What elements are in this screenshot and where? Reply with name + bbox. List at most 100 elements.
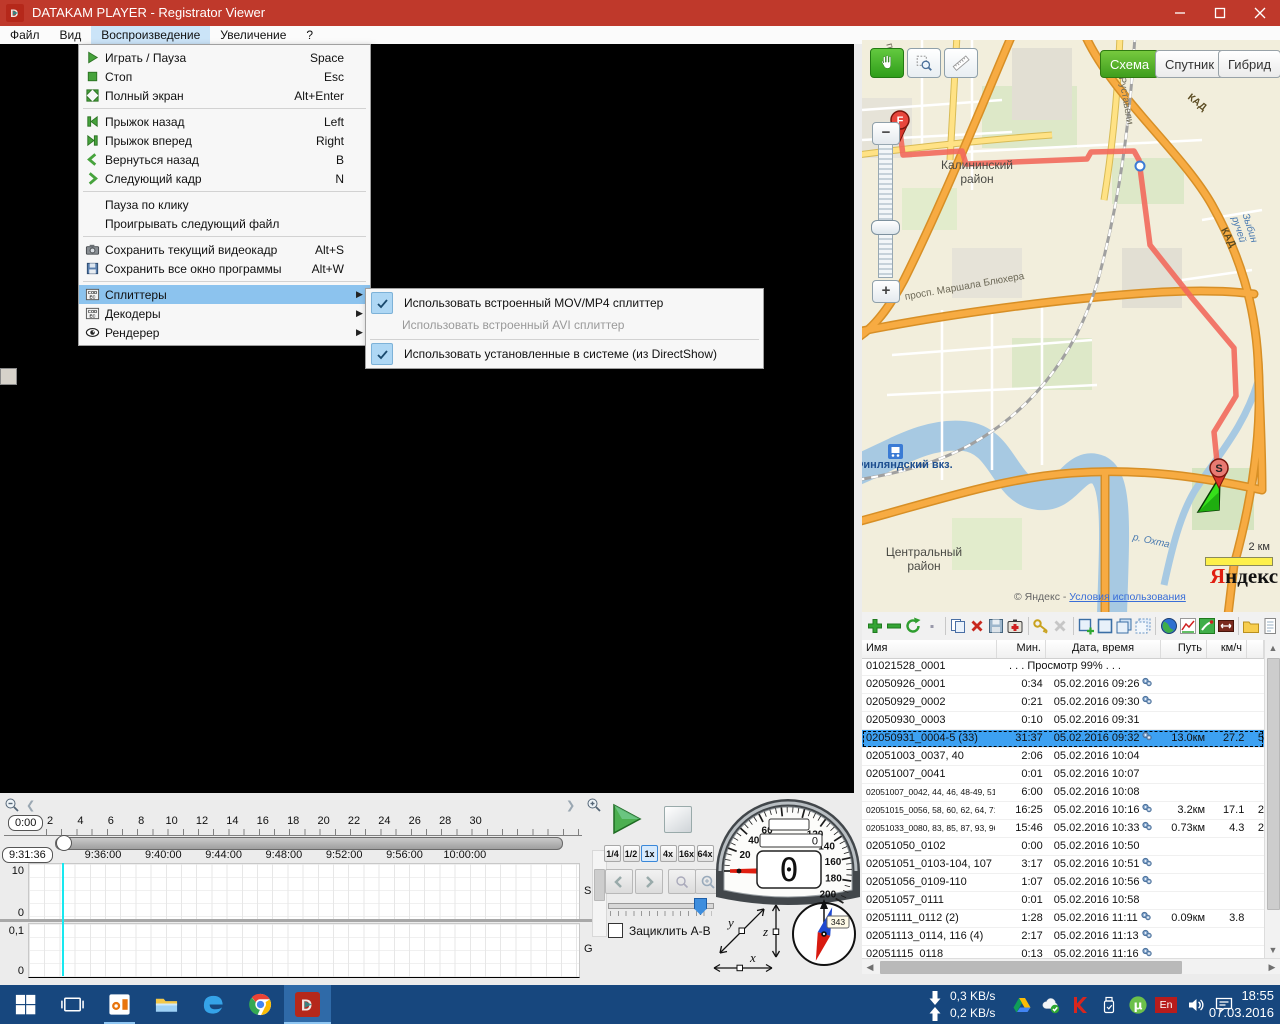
taskbar-datakam-button[interactable]: D: [284, 985, 331, 1024]
map-tool-ruler-button[interactable]: [944, 48, 978, 78]
timeline-zoom-out-icon[interactable]: [4, 797, 21, 814]
menubar-item-4[interactable]: Увеличение: [210, 26, 296, 44]
play-button[interactable]: [610, 803, 644, 835]
menu-item[interactable]: Прыжок впередRight: [79, 131, 370, 150]
table-row[interactable]: 02051015_0056, 58, 60, 62, 64, 71, 75 (.…: [862, 802, 1264, 820]
table-row[interactable]: 01021528_0001. . . Просмотр 99% . . .: [862, 658, 1264, 676]
clock-date[interactable]: 07.03.2016: [1209, 1005, 1274, 1020]
taskbar-chrome-button[interactable]: [237, 985, 284, 1024]
table-row[interactable]: 02051007_0042, 44, 46, 48-49, 51-52 (1..…: [862, 784, 1264, 802]
map-zoom-out-button[interactable]: −: [872, 122, 900, 145]
clock-time[interactable]: 18:55: [1241, 988, 1274, 1003]
menu-item[interactable]: Следующий кадрN: [79, 169, 370, 188]
map-zoom-slider[interactable]: [878, 144, 893, 278]
medkit-icon[interactable]: [1006, 616, 1025, 636]
language-indicator[interactable]: En: [1155, 997, 1177, 1013]
menu-item[interactable]: Играть / ПаузаSpace: [79, 48, 370, 67]
menu-item[interactable]: CODECСплиттеры▶: [79, 285, 370, 304]
column-header-2[interactable]: Мин.: [997, 640, 1046, 658]
table-row[interactable]: 02050931_0004-5 (33)31:3705.02.2016 09:3…: [862, 730, 1264, 748]
table-horizontal-scrollbar[interactable]: ◀ ▶: [862, 958, 1280, 974]
timeline-scroll-right-icon[interactable]: ❯: [566, 799, 575, 812]
map-tool-magsel-button[interactable]: [907, 48, 941, 78]
table-row[interactable]: 02051003_0037, 402:0605.02.2016 10:04: [862, 748, 1264, 766]
timeline-slider[interactable]: [55, 837, 563, 850]
scroll-left-icon[interactable]: ◀: [862, 959, 878, 975]
speed-16x-button[interactable]: 16x: [678, 845, 695, 862]
table-header[interactable]: ИмяМин.Дата, времяПутькм/ч: [862, 640, 1264, 659]
table-row[interactable]: 02051113_0114, 116 (4)2:1705.02.2016 11:…: [862, 928, 1264, 946]
table-row[interactable]: 02051050_01020:0005.02.2016 10:50: [862, 838, 1264, 856]
menubar-item-5[interactable]: ?: [296, 26, 323, 44]
loop-ab-checkbox[interactable]: [608, 923, 623, 938]
scroll-down-icon[interactable]: ▼: [1265, 942, 1280, 958]
frames-icon[interactable]: [1114, 616, 1133, 636]
volume-icon[interactable]: [1186, 995, 1206, 1015]
timeline-scroll-left-icon[interactable]: ❮: [26, 799, 35, 812]
framesd-icon[interactable]: [1133, 616, 1152, 636]
zoom-out-button[interactable]: [668, 869, 696, 894]
step-forward-button[interactable]: [635, 869, 663, 894]
taskbar-start-button[interactable]: [2, 985, 49, 1024]
menu-item[interactable]: Рендерер▶: [79, 323, 370, 342]
menu-item[interactable]: Полный экранAlt+Enter: [79, 86, 370, 105]
terms-link[interactable]: Условия использования: [1069, 591, 1186, 603]
menubar-item-1[interactable]: Файл: [0, 26, 50, 44]
menu-item[interactable]: Прыжок назадLeft: [79, 112, 370, 131]
map-panel[interactable]: F S Калининский районул. РуставелиКАДКАД…: [862, 40, 1280, 612]
timeline-slider-knob[interactable]: [56, 835, 72, 851]
map-zoom-handle[interactable]: [871, 220, 900, 235]
table-row[interactable]: 02050930_00030:1005.02.2016 09:31: [862, 712, 1264, 730]
map-tool-hand-button[interactable]: [870, 48, 904, 78]
submenu-item[interactable]: Использовать встроенный AVI сплиттер: [366, 314, 763, 336]
table-row[interactable]: 02051051_0103-104, 107 (6)3:1705.02.2016…: [862, 856, 1264, 874]
stop-button[interactable]: [664, 806, 692, 833]
table-row[interactable]: 02051111_0112 (2)1:2805.02.2016 11:110.0…: [862, 910, 1264, 928]
menu-item[interactable]: Вернуться назадB: [79, 150, 370, 169]
speed-4x-button[interactable]: 4x: [660, 845, 677, 862]
table-row[interactable]: 02051056_0109-1101:0705.02.2016 10:56: [862, 874, 1264, 892]
tray-cloudsync-icon[interactable]: [1041, 995, 1061, 1015]
taskbar-edge-button[interactable]: [190, 985, 237, 1024]
menu-item[interactable]: Проигрывать следующий файл: [79, 214, 370, 233]
taskbar-photos-button[interactable]: [96, 985, 143, 1024]
film-icon[interactable]: [1216, 616, 1235, 636]
report-icon[interactable]: [1261, 616, 1280, 636]
menu-item[interactable]: Сохранить текущий видеокадрAlt+S: [79, 240, 370, 259]
scroll-right-icon[interactable]: ▶: [1264, 959, 1280, 975]
speed-1x-button[interactable]: 1x: [641, 845, 658, 862]
table-row[interactable]: 02051033_0080, 83, 85, 87, 93, 96 (22)15…: [862, 820, 1264, 838]
menu-item[interactable]: CODECДекодеры▶: [79, 304, 370, 323]
key-icon[interactable]: [1032, 616, 1051, 636]
tray-usb-icon[interactable]: [1099, 995, 1119, 1015]
table-row[interactable]: 02051057_01110:0105.02.2016 10:58: [862, 892, 1264, 910]
map-type-button-2[interactable]: Спутник: [1155, 50, 1224, 78]
more-icon[interactable]: [923, 616, 942, 636]
minimize-button[interactable]: [1160, 0, 1200, 26]
frame-icon[interactable]: [1095, 616, 1114, 636]
refresh-icon[interactable]: [904, 616, 923, 636]
tray-gdrive-icon[interactable]: [1012, 995, 1032, 1015]
menu-item[interactable]: Сохранить все окно программыAlt+W: [79, 259, 370, 278]
maximize-button[interactable]: [1200, 0, 1240, 26]
taskbar-explorer-button[interactable]: [143, 985, 190, 1024]
speed-graph[interactable]: [28, 863, 580, 920]
gsensor-graph[interactable]: [28, 923, 580, 978]
menubar-item-2[interactable]: Вид: [50, 26, 92, 44]
step-back-button[interactable]: [605, 869, 633, 894]
scroll-up-icon[interactable]: ▲: [1265, 640, 1280, 656]
chart-icon[interactable]: [1178, 616, 1197, 636]
mapexp-icon[interactable]: [1197, 616, 1216, 636]
tray-utorrent-icon[interactable]: µ: [1128, 995, 1148, 1015]
taskbar-taskview-button[interactable]: [49, 985, 96, 1024]
column-header-extra[interactable]: [1247, 640, 1264, 658]
submenu-item[interactable]: Использовать встроенный MOV/MP4 сплиттер: [366, 292, 763, 314]
table-vertical-scrollbar[interactable]: ▲ ▼: [1264, 640, 1280, 958]
menubar-item-3[interactable]: Воспроизведение: [91, 26, 210, 44]
close-button[interactable]: [1240, 0, 1280, 26]
map-type-button-3[interactable]: Гибрид: [1218, 50, 1280, 78]
table-row[interactable]: 02050926_00010:3405.02.2016 09:26: [862, 676, 1264, 694]
table-row[interactable]: 02050929_00020:2105.02.2016 09:30: [862, 694, 1264, 712]
remove-icon[interactable]: [885, 616, 904, 636]
table-row[interactable]: 02051007_00410:0105.02.2016 10:07: [862, 766, 1264, 784]
